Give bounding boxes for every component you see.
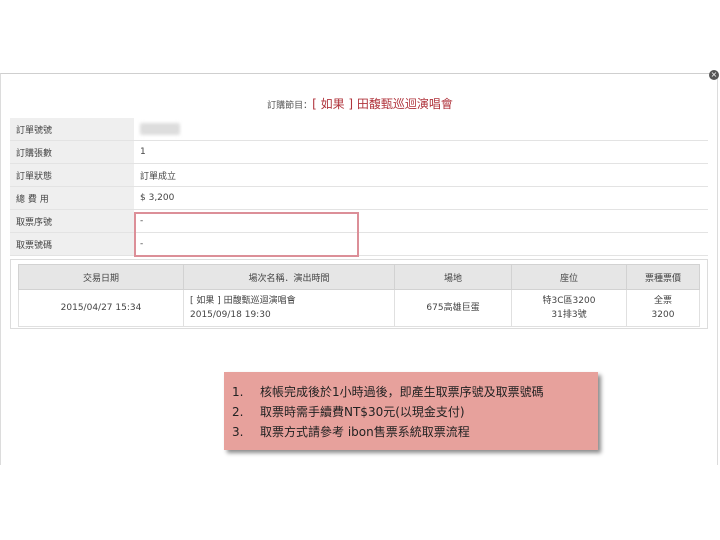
notes-list: 1. 核帳完成後於1小時過後，即產生取票序號及取票號碼 2. 取票時需手續費NT$3… bbox=[232, 382, 598, 442]
order-info-table: 訂單號號 訂購張數 1 訂單狀態 訂單成立 總 費 用 $ 3,200 取票序號… bbox=[10, 118, 708, 256]
close-icon[interactable]: × bbox=[709, 70, 719, 80]
notes-callout: 1. 核帳完成後於1小時過後，即產生取票序號及取票號碼 2. 取票時需手續費NT$3… bbox=[224, 372, 598, 450]
cell-event: [ 如果 ] 田馥甄巡迴演唱會 2015/09/18 19:30 bbox=[183, 289, 395, 327]
header-ticket: 票種票價 bbox=[626, 264, 700, 290]
info-row-order-status: 訂單狀態 訂單成立 bbox=[10, 163, 708, 187]
info-value-order-number bbox=[134, 118, 708, 141]
note-number: 1. bbox=[232, 385, 244, 399]
info-label: 訂單狀態 bbox=[10, 163, 134, 187]
order-title-prefix: 訂購節目： bbox=[267, 101, 313, 111]
order-title-name: [ 如果 ] 田馥甄巡迴演唱會 bbox=[312, 97, 453, 111]
cell-date: 2015/04/27 15:34 bbox=[18, 289, 184, 327]
info-value: 訂單成立 bbox=[134, 163, 708, 187]
cell-seat: 特3C區3200 31排3號 bbox=[511, 289, 627, 327]
transaction-header-row: 交易日期 場次名稱．演出時間 場地 座位 票種票價 bbox=[18, 264, 700, 290]
info-label: 總 費 用 bbox=[10, 186, 134, 210]
list-item: 2. 取票時需手續費NT$30元(以現金支付) bbox=[232, 402, 598, 422]
info-value: $ 3,200 bbox=[134, 186, 708, 210]
list-item: 3. 取票方式請參考 ibon售票系統取票流程 bbox=[232, 422, 598, 442]
list-item: 1. 核帳完成後於1小時過後，即產生取票序號及取票號碼 bbox=[232, 382, 598, 402]
header-venue: 場地 bbox=[394, 264, 512, 290]
info-value: 1 bbox=[134, 140, 708, 164]
info-row-ticket-count: 訂購張數 1 bbox=[10, 140, 708, 164]
info-label: 取票序號 bbox=[10, 209, 134, 233]
info-label: 取票號碼 bbox=[10, 232, 134, 256]
seat-line2: 31排3號 bbox=[551, 310, 587, 320]
event-time: 2015/09/18 19:30 bbox=[190, 310, 271, 320]
info-label: 訂單號號 bbox=[10, 118, 134, 141]
info-row-order-number: 訂單號號 bbox=[10, 118, 708, 141]
table-row: 2015/04/27 15:34 [ 如果 ] 田馥甄巡迴演唱會 2015/09… bbox=[18, 289, 700, 327]
transaction-table: 交易日期 場次名稱．演出時間 場地 座位 票種票價 2015/04/27 15:… bbox=[18, 264, 700, 327]
note-text: 核帳完成後於1小時過後，即產生取票序號及取票號碼 bbox=[260, 385, 544, 399]
note-text: 取票時需手續費NT$30元(以現金支付) bbox=[260, 405, 465, 419]
cell-venue: 675高雄巨蛋 bbox=[394, 289, 512, 327]
ticket-type: 全票 bbox=[653, 296, 672, 306]
order-title: 訂購節目：[ 如果 ] 田馥甄巡迴演唱會 bbox=[0, 95, 720, 112]
note-number: 3. bbox=[232, 425, 244, 439]
seat-line1: 特3C區3200 bbox=[542, 296, 596, 306]
info-row-pickup-code: 取票號碼 - bbox=[10, 232, 708, 256]
event-name: [ 如果 ] 田馥甄巡迴演唱會 bbox=[190, 296, 296, 306]
info-label: 訂購張數 bbox=[10, 140, 134, 164]
blurred-order-number bbox=[140, 123, 180, 135]
info-row-total-cost: 總 費 用 $ 3,200 bbox=[10, 186, 708, 210]
info-row-pickup-serial: 取票序號 - bbox=[10, 209, 708, 233]
cell-ticket: 全票 3200 bbox=[626, 289, 700, 327]
header-date: 交易日期 bbox=[18, 264, 184, 290]
header-seat: 座位 bbox=[511, 264, 627, 290]
ticket-price: 3200 bbox=[651, 310, 675, 320]
pickup-info-highlight bbox=[134, 212, 359, 257]
header-event: 場次名稱．演出時間 bbox=[183, 264, 395, 290]
note-number: 2. bbox=[232, 405, 244, 419]
note-text: 取票方式請參考 ibon售票系統取票流程 bbox=[260, 425, 470, 439]
